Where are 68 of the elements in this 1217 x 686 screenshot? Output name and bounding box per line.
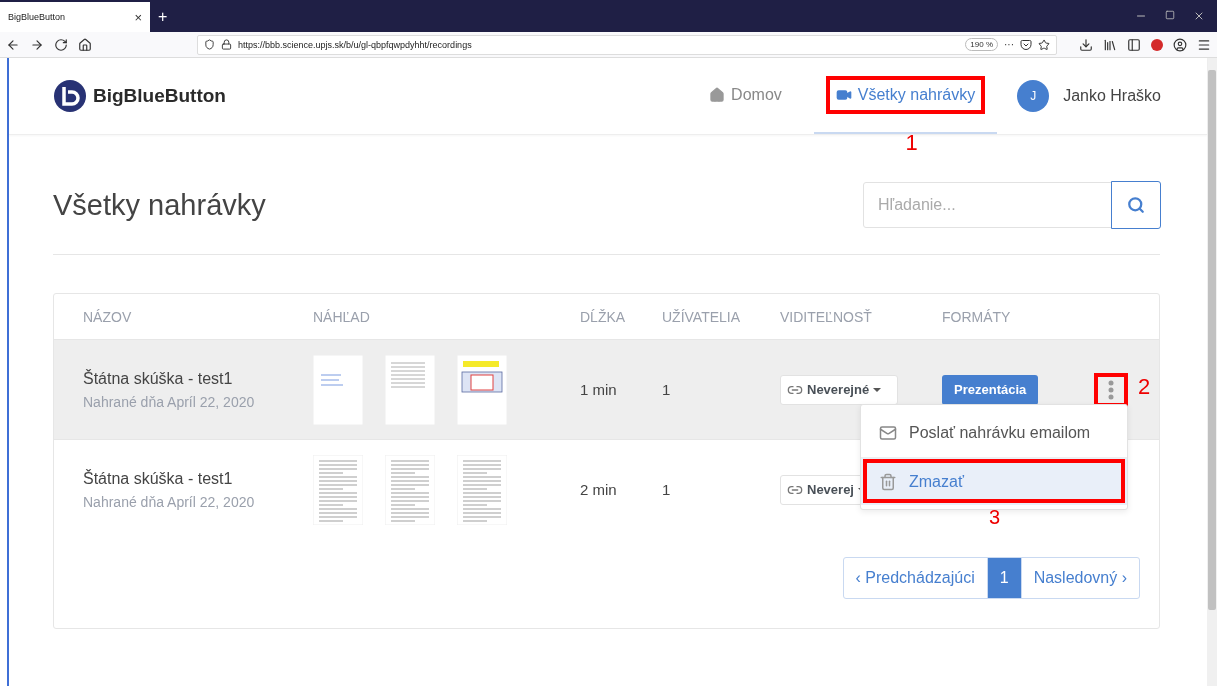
bookmark-star-icon[interactable] bbox=[1038, 38, 1050, 51]
step-number: 1 bbox=[905, 132, 918, 154]
browser-tab[interactable]: BigBlueButton × bbox=[0, 2, 150, 32]
tab-close-button[interactable]: × bbox=[134, 9, 142, 25]
search-icon bbox=[1127, 196, 1145, 214]
slide-thumbnail-drawing bbox=[385, 454, 435, 525]
back-icon[interactable] bbox=[6, 37, 20, 52]
scrollbar-thumb[interactable] bbox=[1208, 70, 1216, 610]
more-actions[interactable]: ··· bbox=[1004, 39, 1014, 50]
recording-date: Nahrané dňa Apríl 22, 2020 bbox=[83, 493, 256, 510]
logo-text: BigBlueButton bbox=[93, 85, 226, 107]
search-field[interactable]: Hľadanie... bbox=[863, 182, 1112, 228]
user-name[interactable]: Janko Hraško bbox=[1063, 87, 1161, 105]
user-avatar[interactable]: J bbox=[1017, 80, 1050, 112]
column-header: FORMÁTY bbox=[942, 308, 1012, 325]
home-icon bbox=[709, 87, 726, 103]
users-cell-text: 1 bbox=[662, 481, 672, 498]
users-cell-text: 1 bbox=[662, 381, 672, 398]
video-camera-icon bbox=[835, 87, 852, 103]
nav-link[interactable]: Domov bbox=[687, 58, 804, 134]
pagination-link[interactable]: 1 bbox=[986, 557, 1022, 599]
restore-icon[interactable] bbox=[1165, 10, 1175, 20]
trash-icon bbox=[879, 472, 897, 491]
home-icon[interactable] bbox=[78, 37, 92, 52]
url-text: https://bbb.science.upjs.sk/b/u/gl-qbpfqwpdyhht/recordings bbox=[238, 39, 472, 50]
close-icon[interactable] bbox=[1193, 10, 1205, 22]
column-header: NÁZOV bbox=[83, 308, 133, 325]
search-button[interactable] bbox=[1111, 181, 1161, 229]
menu-item[interactable]: Poslať nahrávku emailom bbox=[861, 409, 1127, 457]
step-number: 3 bbox=[989, 507, 1001, 527]
step-number: 2 bbox=[1138, 375, 1151, 398]
recording-name: Štátna skúška - test1 bbox=[83, 369, 234, 388]
format-button[interactable]: Prezentácia bbox=[942, 374, 1039, 405]
visibility-dropdown[interactable]: Neverejné bbox=[780, 374, 898, 405]
logo-icon bbox=[53, 79, 87, 113]
envelope-icon bbox=[879, 424, 897, 442]
page-title: Všetky nahrávky bbox=[53, 188, 266, 222]
slide-thumbnail-drawing bbox=[457, 454, 507, 525]
account-icon[interactable] bbox=[1173, 37, 1187, 52]
pagination-link[interactable]: Nasledovný › bbox=[1020, 557, 1140, 599]
slide-thumbnail-drawing bbox=[385, 354, 435, 425]
reload-icon[interactable] bbox=[54, 37, 68, 52]
library-icon[interactable] bbox=[1103, 37, 1117, 52]
recording-date: Nahrané dňa Apríl 22, 2020 bbox=[83, 393, 256, 410]
pocket-icon[interactable] bbox=[1020, 38, 1032, 51]
lock-icon bbox=[221, 39, 232, 50]
slide-thumbnail-drawing bbox=[313, 354, 363, 425]
address-bar[interactable]: https://bbb.science.upjs.sk/b/u/gl-qbpfqwpdyhht/recordings 190 % ··· bbox=[197, 34, 1057, 55]
length-cell-text: 1 min bbox=[580, 381, 618, 398]
menu-icon[interactable] bbox=[1197, 37, 1211, 52]
slide-thumbnail-drawing bbox=[313, 454, 363, 525]
column-header: NÁHĽAD bbox=[313, 308, 371, 325]
column-header: UŽÍVATELIA bbox=[662, 308, 742, 325]
forward-icon[interactable] bbox=[30, 37, 44, 52]
caret-icon bbox=[873, 387, 882, 392]
column-header: DĹŽKA bbox=[580, 308, 627, 325]
vertical-dots-icon bbox=[1108, 379, 1114, 400]
column-header: VIDITEĽNOSŤ bbox=[780, 308, 873, 325]
slide-thumbnail-drawing bbox=[457, 354, 507, 425]
new-tab-button[interactable]: + bbox=[158, 8, 168, 26]
highlight-frame: Všetky nahrávky bbox=[825, 76, 986, 114]
sidebar-icon[interactable] bbox=[1127, 37, 1141, 52]
recording-name: Štátna skúška - test1 bbox=[83, 469, 234, 488]
stop-sign-icon[interactable] bbox=[1151, 38, 1163, 51]
shield-icon bbox=[204, 39, 215, 50]
pagination-link[interactable]: ‹ Predchádzajúci bbox=[842, 557, 988, 599]
length-cell-text: 2 min bbox=[580, 481, 618, 498]
download-icon[interactable] bbox=[1079, 37, 1093, 52]
